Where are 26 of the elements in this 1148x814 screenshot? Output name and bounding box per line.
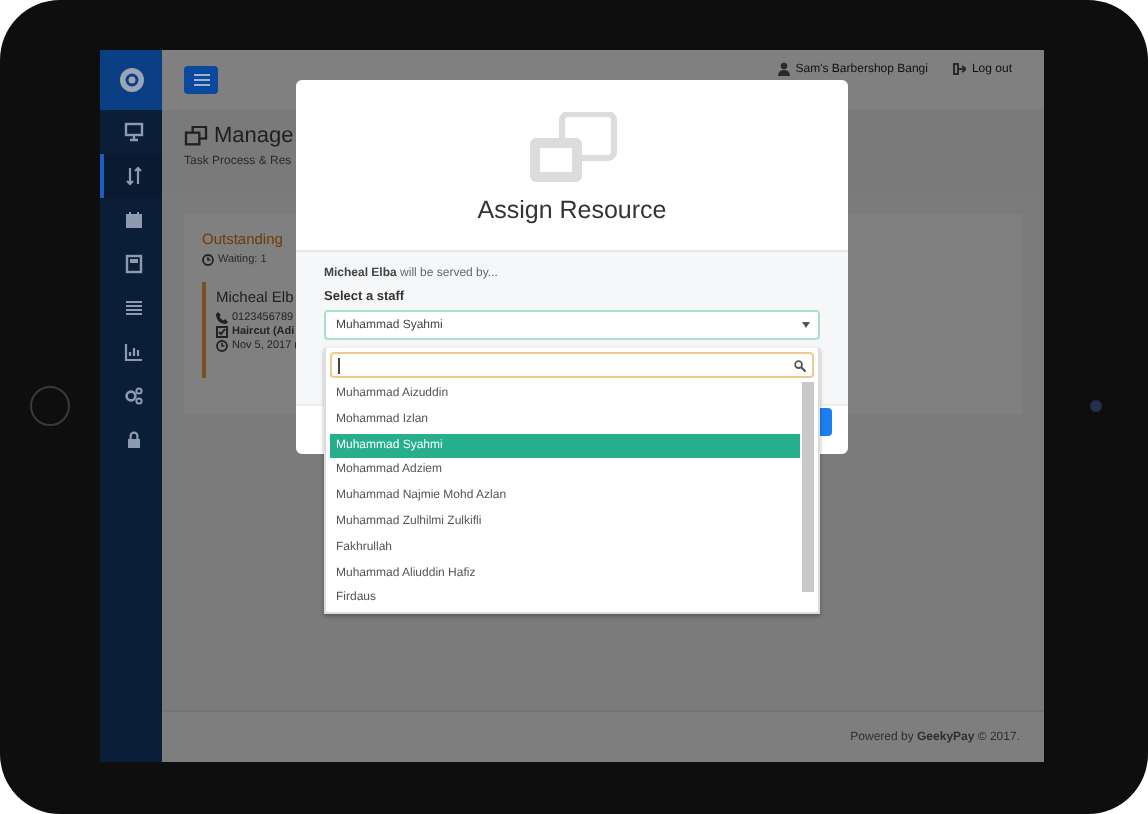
gears-icon [123, 386, 143, 406]
windows-icon [184, 126, 208, 146]
bar-chart-icon [123, 342, 143, 362]
sort-icon [123, 166, 143, 186]
logo-icon[interactable] [119, 68, 143, 92]
phone-icon [216, 312, 228, 324]
calendar-icon [123, 210, 143, 230]
checkbox-icon [216, 326, 228, 338]
user-icon [777, 62, 790, 76]
camera-dot [1090, 400, 1102, 412]
scrollbar[interactable] [802, 382, 814, 592]
lock-icon [123, 430, 143, 450]
menu-button[interactable] [184, 66, 218, 94]
clock-icon [216, 340, 228, 352]
menu-icon [193, 74, 209, 86]
page-title: Manage [214, 124, 294, 148]
list-icon [123, 298, 143, 318]
monitor-icon [123, 122, 143, 142]
search-field[interactable] [330, 352, 814, 378]
search-icon [794, 359, 806, 371]
logout-icon [951, 62, 966, 76]
dialog-title: Assign Resource [477, 196, 667, 224]
windows-icon [526, 112, 618, 184]
sidebar-item[interactable] [100, 154, 162, 198]
clock-icon [202, 254, 214, 266]
caret-icon [802, 322, 810, 328]
